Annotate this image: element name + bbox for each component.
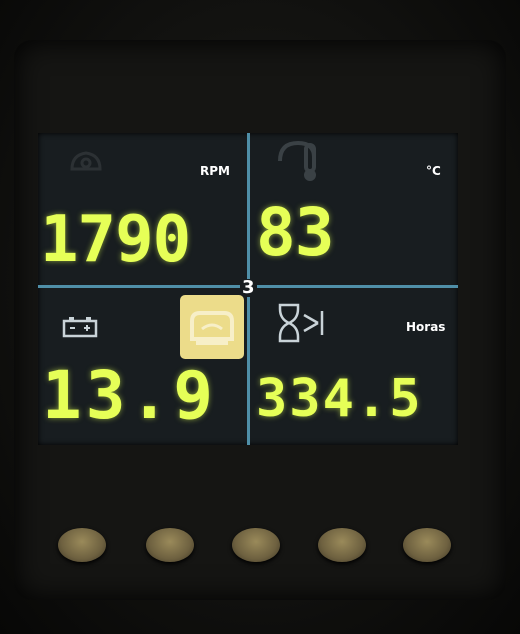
rpm-value: 1790 bbox=[40, 203, 191, 277]
softkey-5[interactable] bbox=[403, 528, 451, 562]
thermometer-icon bbox=[278, 140, 316, 181]
page-number: 3 bbox=[240, 277, 257, 298]
hours-unit-label: Horas bbox=[406, 320, 446, 334]
temperature-unit-label: °C bbox=[426, 164, 441, 178]
battery-voltage-value: 13.9 bbox=[42, 357, 217, 434]
engine-warning-indicator bbox=[180, 295, 244, 359]
softkey-3[interactable] bbox=[232, 528, 280, 562]
hourglass-icon bbox=[278, 303, 324, 343]
softkey-2[interactable] bbox=[146, 528, 194, 562]
softkey-4[interactable] bbox=[318, 528, 366, 562]
rpm-unit-label: RPM bbox=[200, 164, 230, 178]
engine-hours-value: 334.5 bbox=[256, 369, 423, 429]
temperature-value: 83 bbox=[256, 194, 334, 271]
softkey-1[interactable] bbox=[58, 528, 106, 562]
battery-icon bbox=[62, 317, 98, 338]
engine-warning-icon bbox=[190, 311, 234, 345]
display-screen: RPM 1790 °C 83 3 13.9 Horas 334.5 bbox=[38, 133, 458, 445]
engine-icon bbox=[70, 151, 102, 171]
